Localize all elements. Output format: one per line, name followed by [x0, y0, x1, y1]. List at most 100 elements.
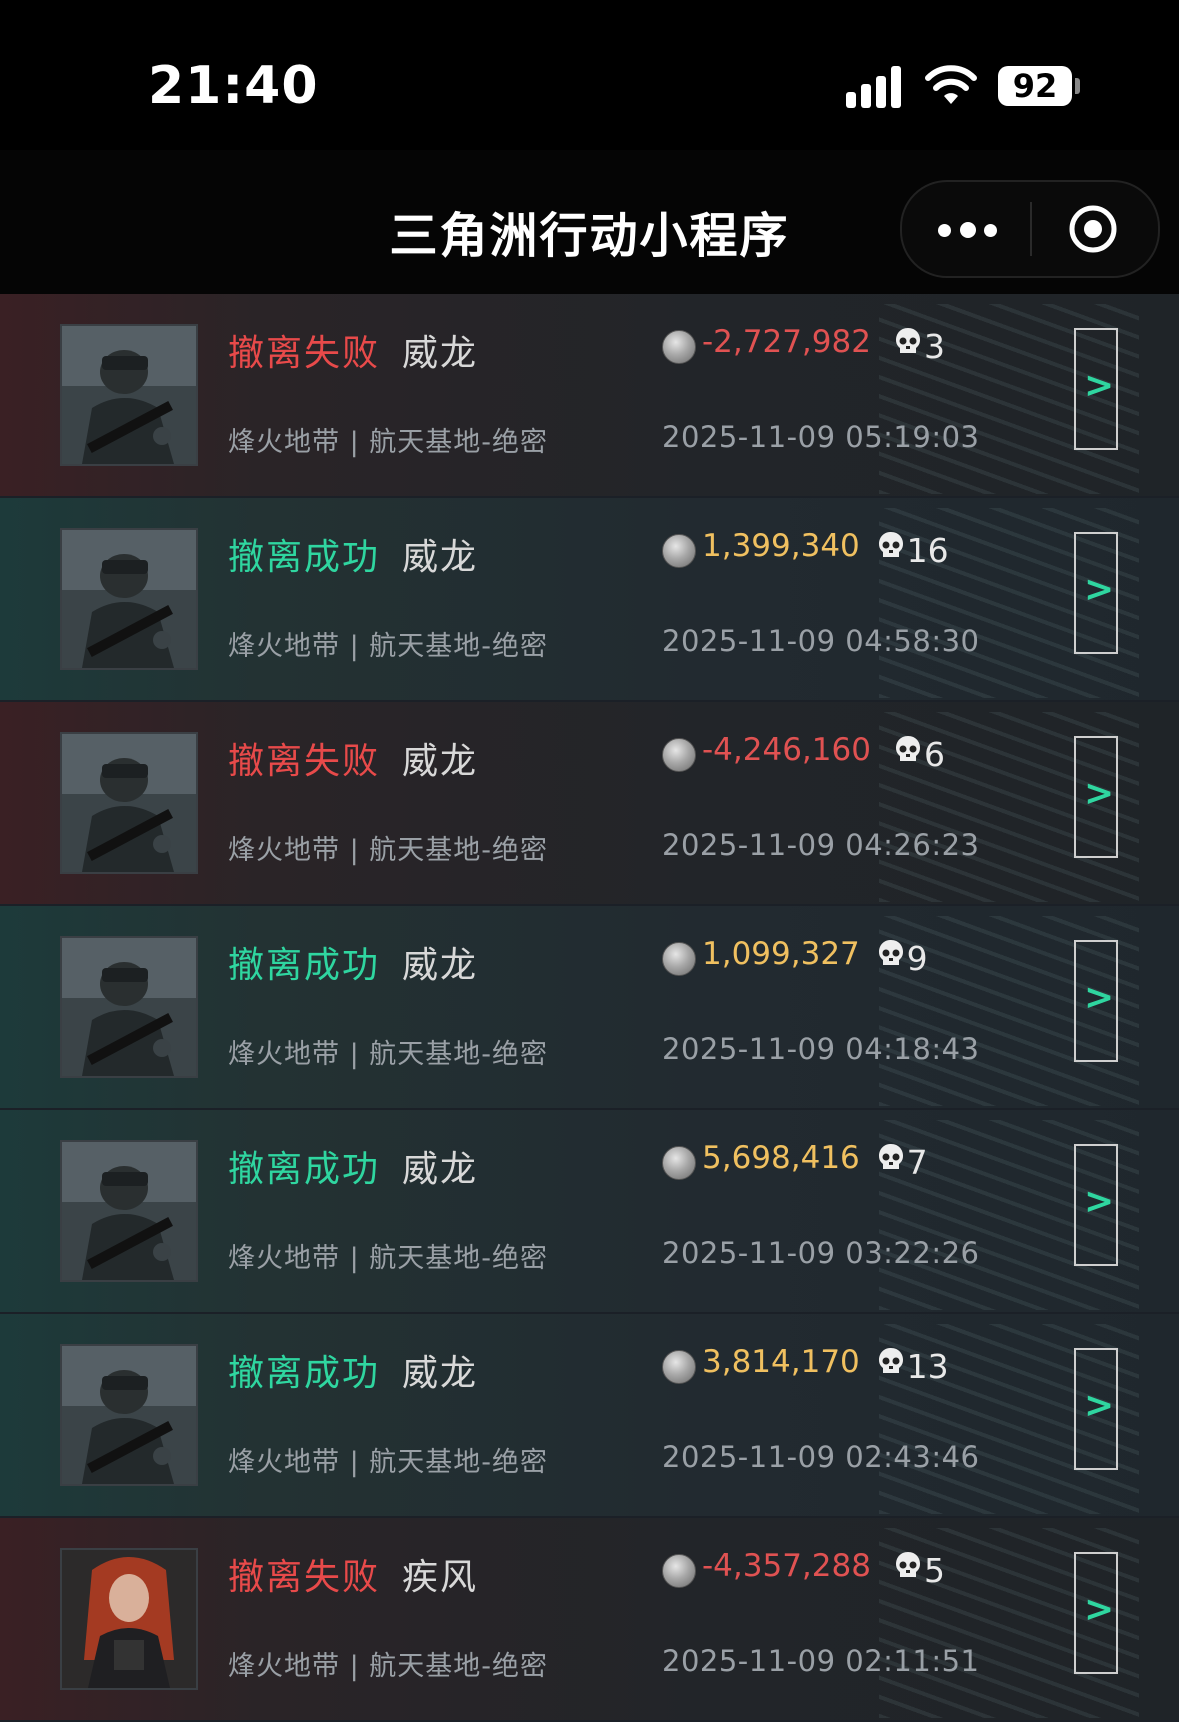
operator-avatar [60, 528, 198, 670]
operator-name: 疾风 [402, 1557, 479, 1598]
coin-icon [662, 1554, 696, 1588]
operator-name: 威龙 [402, 945, 479, 986]
chevron-right-icon: > [1084, 1385, 1115, 1426]
status-bar: 21:40 92 [0, 0, 1179, 150]
coin-icon [662, 534, 696, 568]
operator-avatar [60, 1344, 198, 1486]
kill-count: 13 [877, 1346, 949, 1386]
kill-count-value: 6 [924, 734, 945, 774]
battery-level: 92 [1012, 67, 1058, 105]
value-change: 5,698,416 [702, 1140, 860, 1176]
more-icon[interactable] [938, 220, 998, 240]
match-record-row[interactable]: 撤离成功 威龙烽火地带 | 航天基地-绝密 1,399,340 16 2025-11-0… [0, 498, 1179, 702]
skull-icon [877, 530, 907, 570]
kill-count: 7 [877, 1142, 928, 1182]
extraction-status: 撤离成功 [228, 537, 381, 578]
coin-icon [662, 942, 696, 976]
chevron-right-icon: > [1084, 1181, 1115, 1222]
kill-count-value: 7 [906, 1142, 928, 1182]
chevron-right-icon: > [1084, 773, 1115, 814]
skull-icon [894, 1550, 924, 1590]
match-record-row[interactable]: 撤离失败 威龙烽火地带 | 航天基地-绝密 -2,727,982 3 2025-11-0… [0, 294, 1179, 498]
kill-count: 5 [894, 1550, 945, 1590]
coin-icon [662, 1146, 696, 1180]
battery-icon: 92 [998, 66, 1072, 106]
skull-icon [877, 1142, 907, 1182]
coin-icon [662, 1350, 696, 1384]
status-time: 21:40 [148, 56, 319, 116]
value-change: 1,399,340 [702, 528, 860, 564]
extraction-status: 撤离成功 [228, 945, 381, 986]
battery-tip [1075, 78, 1080, 94]
match-timestamp: 2025-11-09 04:26:23 [662, 828, 980, 862]
kill-count: 6 [894, 734, 945, 774]
cellular-signal-icon [846, 66, 906, 108]
detail-button[interactable]: > [1074, 1348, 1118, 1470]
match-record-row[interactable]: 撤离失败 疾风烽火地带 | 航天基地-绝密 -4,357,288 5 2025-11-0… [0, 1518, 1179, 1722]
kill-count-value: 13 [906, 1346, 949, 1386]
extraction-status: 撤离失败 [228, 741, 381, 782]
operator-avatar [60, 1548, 198, 1690]
kill-count: 9 [877, 938, 928, 978]
capsule-divider [1030, 202, 1032, 256]
coin-icon [662, 330, 696, 364]
extraction-status: 撤离成功 [228, 1149, 381, 1190]
match-timestamp: 2025-11-09 02:11:51 [662, 1644, 980, 1678]
map-mode: 烽火地带 | 航天基地-绝密 [228, 1243, 549, 1274]
match-timestamp: 2025-11-09 04:58:30 [662, 624, 980, 658]
match-record-row[interactable]: 撤离成功 威龙 烽火地带 | 航天基地-绝密 3,814,170 13 2025-11-0… [0, 1314, 1179, 1518]
match-record-list: 撤离失败 威龙 烽火地带 | 航天基地-绝密 -2,727,982 3 2025-11-0… [0, 294, 1179, 1722]
match-timestamp: 2025-11-09 03:22:26 [662, 1236, 980, 1270]
match-record-row[interactable]: 撤离失败 威龙烽火地带 | 航天基地-绝密 -4,246,160 6 2025-11-0… [0, 702, 1179, 906]
skull-icon [894, 734, 924, 774]
kill-count-value: 9 [906, 938, 928, 978]
map-mode: 烽火地带 | 航天基地-绝密 [228, 1651, 549, 1682]
kill-count: 3 [894, 326, 945, 366]
target-icon[interactable] [1068, 204, 1118, 254]
skull-icon [877, 938, 907, 978]
coin-icon [662, 738, 696, 772]
map-mode: 烽火地带 | 航天基地-绝密 [228, 427, 549, 458]
operator-avatar [60, 1140, 198, 1282]
value-change: -2,727,982 [702, 324, 871, 360]
value-change: 3,814,170 [702, 1344, 860, 1380]
match-record-row[interactable]: 撤离成功 威龙烽火地带 | 航天基地-绝密 5,698,416 7 2025-11-09… [0, 1110, 1179, 1314]
chevron-right-icon: > [1084, 569, 1115, 610]
kill-count: 16 [877, 530, 949, 570]
kill-count-value: 3 [924, 326, 945, 366]
value-change: -4,357,288 [702, 1548, 871, 1584]
match-timestamp: 2025-11-09 04:18:43 [662, 1032, 980, 1066]
match-timestamp: 2025-11-09 02:43:46 [662, 1440, 980, 1474]
detail-button[interactable]: > [1074, 736, 1118, 858]
map-mode: 烽火地带 | 航天基地-绝密 [228, 1039, 549, 1070]
map-mode: 烽火地带 | 航天基地-绝密 [228, 1447, 549, 1478]
operator-name: 威龙 [402, 333, 479, 374]
operator-name: 威龙 [402, 741, 479, 782]
miniprogram-capsule [900, 180, 1160, 278]
operator-avatar [60, 936, 198, 1078]
chevron-right-icon: > [1084, 977, 1115, 1018]
map-mode: 烽火地带 | 航天基地-绝密 [228, 631, 549, 662]
extraction-status: 撤离成功 [228, 1353, 381, 1394]
match-timestamp: 2025-11-09 05:19:03 [662, 420, 980, 454]
kill-count-value: 5 [924, 1550, 945, 1590]
chevron-right-icon: > [1084, 365, 1115, 406]
value-change: 1,099,327 [702, 936, 860, 972]
detail-button[interactable]: > [1074, 1552, 1118, 1674]
detail-button[interactable]: > [1074, 532, 1118, 654]
value-change: -4,246,160 [702, 732, 871, 768]
operator-avatar [60, 732, 198, 874]
match-record-row[interactable]: 撤离成功 威龙烽火地带 | 航天基地-绝密 1,099,327 9 2025-11-09… [0, 906, 1179, 1110]
extraction-status: 撤离失败 [228, 333, 381, 374]
operator-name: 威龙 [402, 537, 479, 578]
detail-button[interactable]: > [1074, 1144, 1118, 1266]
kill-count-value: 16 [906, 530, 949, 570]
wifi-icon [925, 65, 977, 104]
detail-button[interactable]: > [1074, 940, 1118, 1062]
nav-bar: 三角洲行动小程序 [0, 150, 1179, 294]
extraction-status: 撤离失败 [228, 1557, 381, 1598]
skull-icon [894, 326, 924, 366]
map-mode: 烽火地带 | 航天基地-绝密 [228, 835, 549, 866]
detail-button[interactable]: > [1074, 328, 1118, 450]
operator-name: 威龙 [402, 1149, 479, 1190]
